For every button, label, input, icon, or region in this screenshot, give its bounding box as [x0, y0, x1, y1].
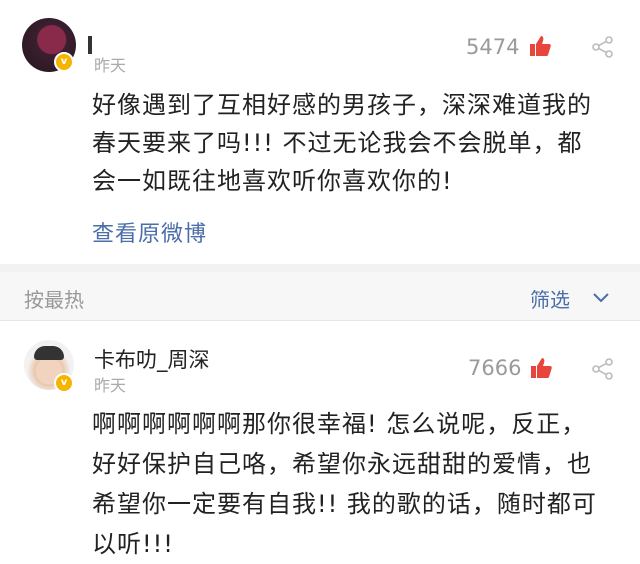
comment-line: 啊啊啊啊啊啊那你很幸福! 怎么说呢，反正，: [92, 410, 587, 438]
like-count: 5474: [466, 35, 520, 59]
like-count: 7666: [468, 356, 522, 380]
post-body: 好像遇到了互相好感的男孩子，深深难道我的 春天要来了吗!!! 不过无论我会不会脱…: [92, 86, 632, 200]
comment-line: 希望你一定要有自我!! 我的歌的话，随时都可: [92, 490, 597, 518]
comment-line: 以听!!!: [92, 530, 174, 558]
share-icon[interactable]: [592, 358, 614, 384]
verified-badge-icon: v: [54, 373, 74, 393]
post-line: 会一如既往地喜欢听你喜欢你的!: [92, 167, 453, 195]
section-divider: [0, 264, 640, 272]
thumbs-up-icon[interactable]: [528, 355, 554, 385]
post-line: 好像遇到了互相好感的男孩子，深深难道我的: [92, 91, 592, 119]
post-time: 昨天: [94, 56, 127, 75]
share-icon[interactable]: [592, 36, 614, 62]
comment-time: 昨天: [94, 376, 127, 395]
sort-hot-label[interactable]: 按最热: [24, 284, 84, 313]
sort-bar: 按最热 筛选: [0, 272, 640, 320]
comment-username[interactable]: 卡布叻_周深: [94, 344, 210, 374]
username-redacted: [88, 36, 92, 54]
post-line: 春天要来了吗!!! 不过无论我会不会脱单，都: [92, 129, 583, 157]
comment-body: 啊啊啊啊啊啊那你很幸福! 怎么说呢，反正， 好好保护自己咯，希望你永远甜甜的爱情…: [92, 404, 632, 564]
verified-badge-icon: v: [54, 52, 74, 72]
thumbs-up-icon[interactable]: [527, 33, 553, 63]
view-original-link[interactable]: 查看原微博: [92, 216, 207, 248]
comment-line: 好好保护自己咯，希望你永远甜甜的爱情，也: [92, 450, 592, 478]
filter-button[interactable]: 筛选: [530, 284, 570, 313]
chevron-down-icon[interactable]: [592, 289, 610, 308]
divider: [0, 320, 640, 321]
